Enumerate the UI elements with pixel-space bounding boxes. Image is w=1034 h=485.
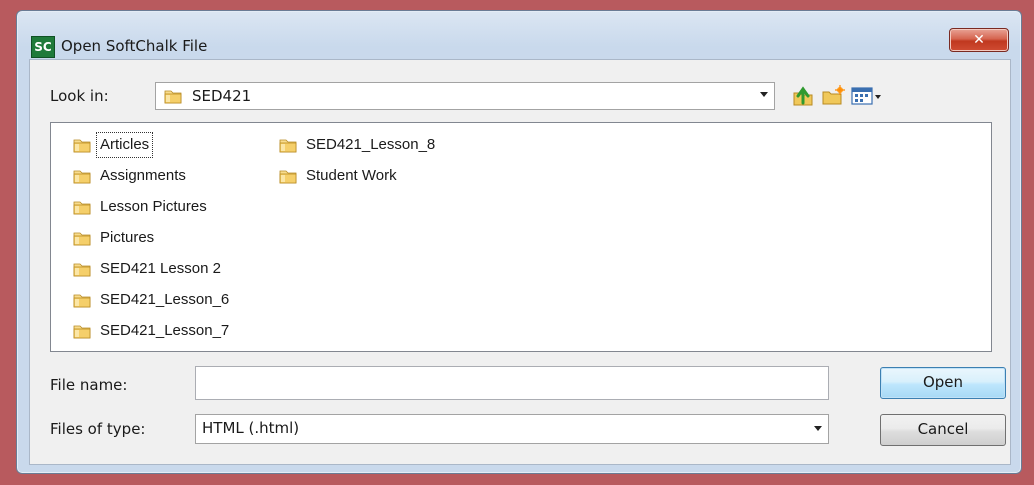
folder-icon [73, 322, 91, 340]
list-item-label: Assignments [100, 167, 186, 184]
folder-icon [279, 136, 297, 154]
dialog-title: Open SoftChalk File [61, 37, 208, 55]
look-in-label: Look in: [50, 87, 109, 105]
open-file-dialog: SC Open SoftChalk File ✕ Look in: SED421 [16, 10, 1022, 474]
folder-icon [164, 87, 182, 105]
look-in-value: SED421 [192, 87, 252, 105]
folder-icon [73, 167, 91, 185]
list-item-label: Pictures [100, 229, 155, 246]
file-type-value: HTML (.html) [202, 419, 300, 437]
cancel-button[interactable]: Cancel [880, 414, 1006, 446]
title-bar[interactable]: SC Open SoftChalk File ✕ [17, 11, 1021, 58]
file-list[interactable]: Articles Assignments Lesson Pictures Pic… [50, 122, 992, 352]
file-name-input[interactable] [195, 366, 829, 400]
list-item-label: SED421_Lesson_8 [306, 136, 436, 153]
list-item-label: Articles [95, 132, 154, 158]
folder-icon [73, 136, 91, 154]
up-one-level-button[interactable] [790, 83, 816, 109]
list-item-label: Student Work [306, 167, 397, 184]
folder-icon [73, 229, 91, 247]
look-in-dropdown[interactable]: SED421 [155, 82, 775, 110]
folder-icon [73, 291, 91, 309]
close-button[interactable]: ✕ [949, 28, 1009, 52]
new-folder-icon [822, 85, 845, 105]
list-item-label: SED421_Lesson_7 [100, 322, 230, 339]
softchalk-app-icon: SC [31, 36, 55, 58]
chevron-down-icon[interactable] [814, 426, 822, 431]
screenshot-frame: SC Open SoftChalk File ✕ Look in: SED421 [0, 0, 1034, 485]
view-menu-button[interactable] [850, 83, 884, 109]
chevron-down-icon[interactable] [760, 92, 768, 97]
list-item-label: SED421_Lesson_6 [100, 291, 230, 308]
new-folder-button[interactable] [820, 83, 846, 109]
open-button[interactable]: Open [880, 367, 1006, 399]
close-icon: ✕ [973, 32, 985, 48]
view-menu-icon [851, 87, 881, 105]
up-one-level-icon [793, 86, 813, 106]
file-name-label: File name: [50, 376, 128, 394]
folder-icon [73, 198, 91, 216]
folder-icon [279, 167, 297, 185]
list-item-label: SED421 Lesson 2 [100, 260, 221, 277]
list-item-label: Lesson Pictures [100, 198, 207, 215]
folder-icon [73, 260, 91, 278]
file-type-dropdown[interactable]: HTML (.html) [195, 414, 829, 444]
dialog-body: Look in: SED421 Articles Assignments Les… [29, 59, 1011, 465]
file-type-label: Files of type: [50, 420, 146, 438]
